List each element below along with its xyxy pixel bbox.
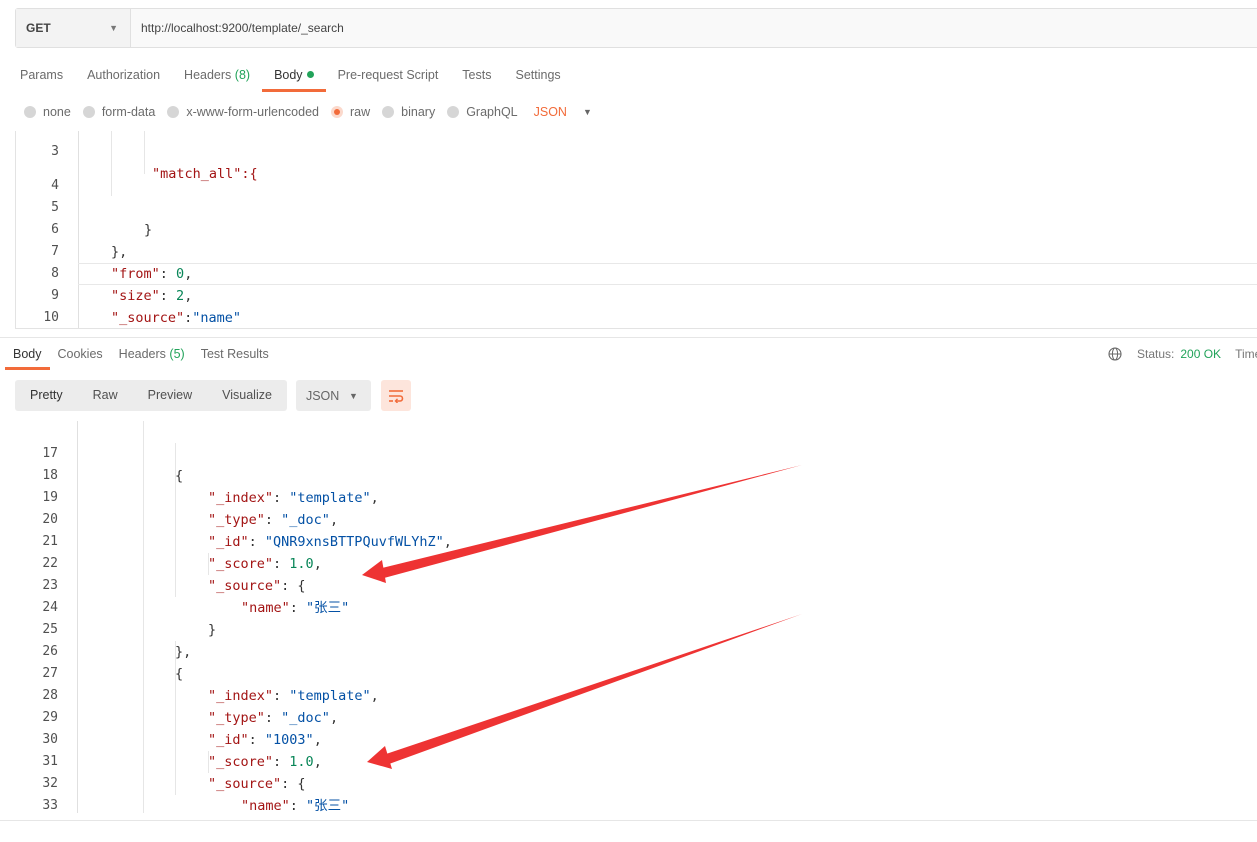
- body-mode-selector: none form-data x-www-form-urlencoded raw…: [24, 102, 592, 122]
- code-line: 11 }: [16, 307, 1257, 328]
- code-line: 29 "_id": "1003",: [42, 710, 322, 748]
- code-line: 25 },: [42, 622, 192, 660]
- pane-divider[interactable]: [0, 337, 1257, 338]
- radio-selected-icon: [331, 106, 343, 118]
- radio-icon: [167, 106, 180, 118]
- footer-divider: [0, 820, 1257, 821]
- body-language-select[interactable]: JSON: [534, 105, 567, 119]
- tab-headers[interactable]: Headers (8): [172, 58, 262, 91]
- request-tabs: Params Authorization Headers (8) Body Pr…: [8, 58, 573, 92]
- response-headers-count: (5): [169, 347, 185, 361]
- tab-response-body[interactable]: Body: [5, 340, 50, 370]
- code-line: 6 },: [51, 222, 128, 260]
- code-line: 7 "from": 0,: [51, 244, 193, 282]
- code-line: 8 "size": 2,: [51, 266, 193, 304]
- code-line: 17 {: [42, 446, 184, 484]
- modified-dot-icon: [306, 71, 314, 78]
- globe-icon[interactable]: [1108, 347, 1122, 361]
- radio-icon: [24, 106, 36, 118]
- tab-authorization[interactable]: Authorization: [75, 58, 172, 91]
- code-line: 34 }: [15, 795, 1257, 813]
- code-line: 5 }: [51, 200, 153, 238]
- view-raw[interactable]: Raw: [78, 380, 133, 411]
- radio-icon: [382, 106, 395, 118]
- code-line: 20 "_id": "QNR9xnsBTTPQuvfWLYhZ",: [42, 512, 452, 550]
- code-line: 30 "_score": 1.0,: [42, 732, 322, 770]
- url-input[interactable]: http://localhost:9200/template/_search: [131, 9, 1257, 47]
- code-line: 28 "_type": "_doc",: [42, 688, 339, 726]
- code-line: 26 {: [42, 644, 184, 682]
- wrap-lines-icon: [388, 389, 404, 403]
- code-line: 19 "_type": "_doc",: [42, 490, 339, 528]
- radio-icon: [82, 106, 95, 118]
- code-line: 32 "name": "张三": [42, 776, 350, 813]
- headers-count: (8): [234, 68, 251, 82]
- code-line: 31 "_source": {: [42, 754, 306, 792]
- tab-body[interactable]: Body: [262, 58, 326, 92]
- mode-graphql[interactable]: GraphQL: [447, 105, 518, 119]
- code-line: 9 "_source":"name": [51, 288, 242, 326]
- mode-form-data[interactable]: form-data: [82, 105, 155, 119]
- time-label: Time:: [1235, 347, 1257, 361]
- tab-test-results[interactable]: Test Results: [193, 340, 277, 369]
- method-label: GET: [26, 21, 51, 35]
- response-status: Status: 200 OK Time:: [1108, 347, 1257, 361]
- code-line: 4: [51, 178, 59, 193]
- tab-params[interactable]: Params: [8, 58, 75, 91]
- code-line: 23 "name": "张三": [42, 578, 350, 616]
- response-tabs: Body Cookies Headers (5) Test Results: [5, 340, 277, 370]
- view-preview[interactable]: Preview: [133, 380, 207, 411]
- code-line: 22 "_source": {: [42, 556, 306, 594]
- mode-none[interactable]: none: [24, 105, 71, 119]
- caret-down-icon: ▼: [349, 390, 358, 401]
- mode-raw[interactable]: raw: [331, 105, 370, 119]
- code-line: 33 }: [42, 798, 58, 813]
- code-line: 10: [43, 310, 59, 325]
- caret-down-icon: ▼: [109, 23, 118, 33]
- radio-icon: [447, 106, 460, 118]
- tab-settings[interactable]: Settings: [503, 58, 572, 91]
- mode-binary[interactable]: binary: [382, 105, 435, 119]
- mode-x-www-form-urlencoded[interactable]: x-www-form-urlencoded: [167, 105, 319, 119]
- view-pretty[interactable]: Pretty: [15, 380, 78, 411]
- tab-pre-request-script[interactable]: Pre-request Script: [326, 58, 451, 91]
- response-toolbar: Pretty Raw Preview Visualize JSON ▼: [15, 380, 411, 411]
- code-line: 24 }: [42, 600, 217, 638]
- status-label: Status:: [1137, 347, 1175, 361]
- method-select[interactable]: GET ▼: [16, 9, 131, 47]
- code-line: 27 "_index": "template",: [42, 666, 379, 704]
- wrap-lines-button[interactable]: [380, 380, 411, 411]
- response-format-select[interactable]: JSON ▼: [295, 380, 371, 411]
- tab-tests[interactable]: Tests: [450, 58, 503, 91]
- view-mode-group: Pretty Raw Preview Visualize: [15, 380, 287, 411]
- code-line: 18 "_index": "template",: [42, 468, 379, 506]
- caret-down-icon[interactable]: ▼: [583, 107, 592, 117]
- tab-response-headers[interactable]: Headers (5): [111, 340, 193, 369]
- view-visualize[interactable]: Visualize: [207, 380, 287, 411]
- code-line: 3 "match_all":{: [51, 144, 258, 182]
- response-body-viewer[interactable]: 17 { 18 "_index": "template", 19 "_type"…: [15, 421, 1257, 813]
- tab-response-cookies[interactable]: Cookies: [50, 340, 111, 369]
- code-line: 21 "_score": 1.0,: [42, 534, 322, 572]
- request-url-bar: GET ▼ http://localhost:9200/template/_se…: [15, 8, 1257, 48]
- request-body-editor[interactable]: 3 "match_all":{ 4 5 } 6 }, 7 "from": 0, …: [15, 131, 1257, 329]
- status-value: 200 OK: [1180, 347, 1222, 361]
